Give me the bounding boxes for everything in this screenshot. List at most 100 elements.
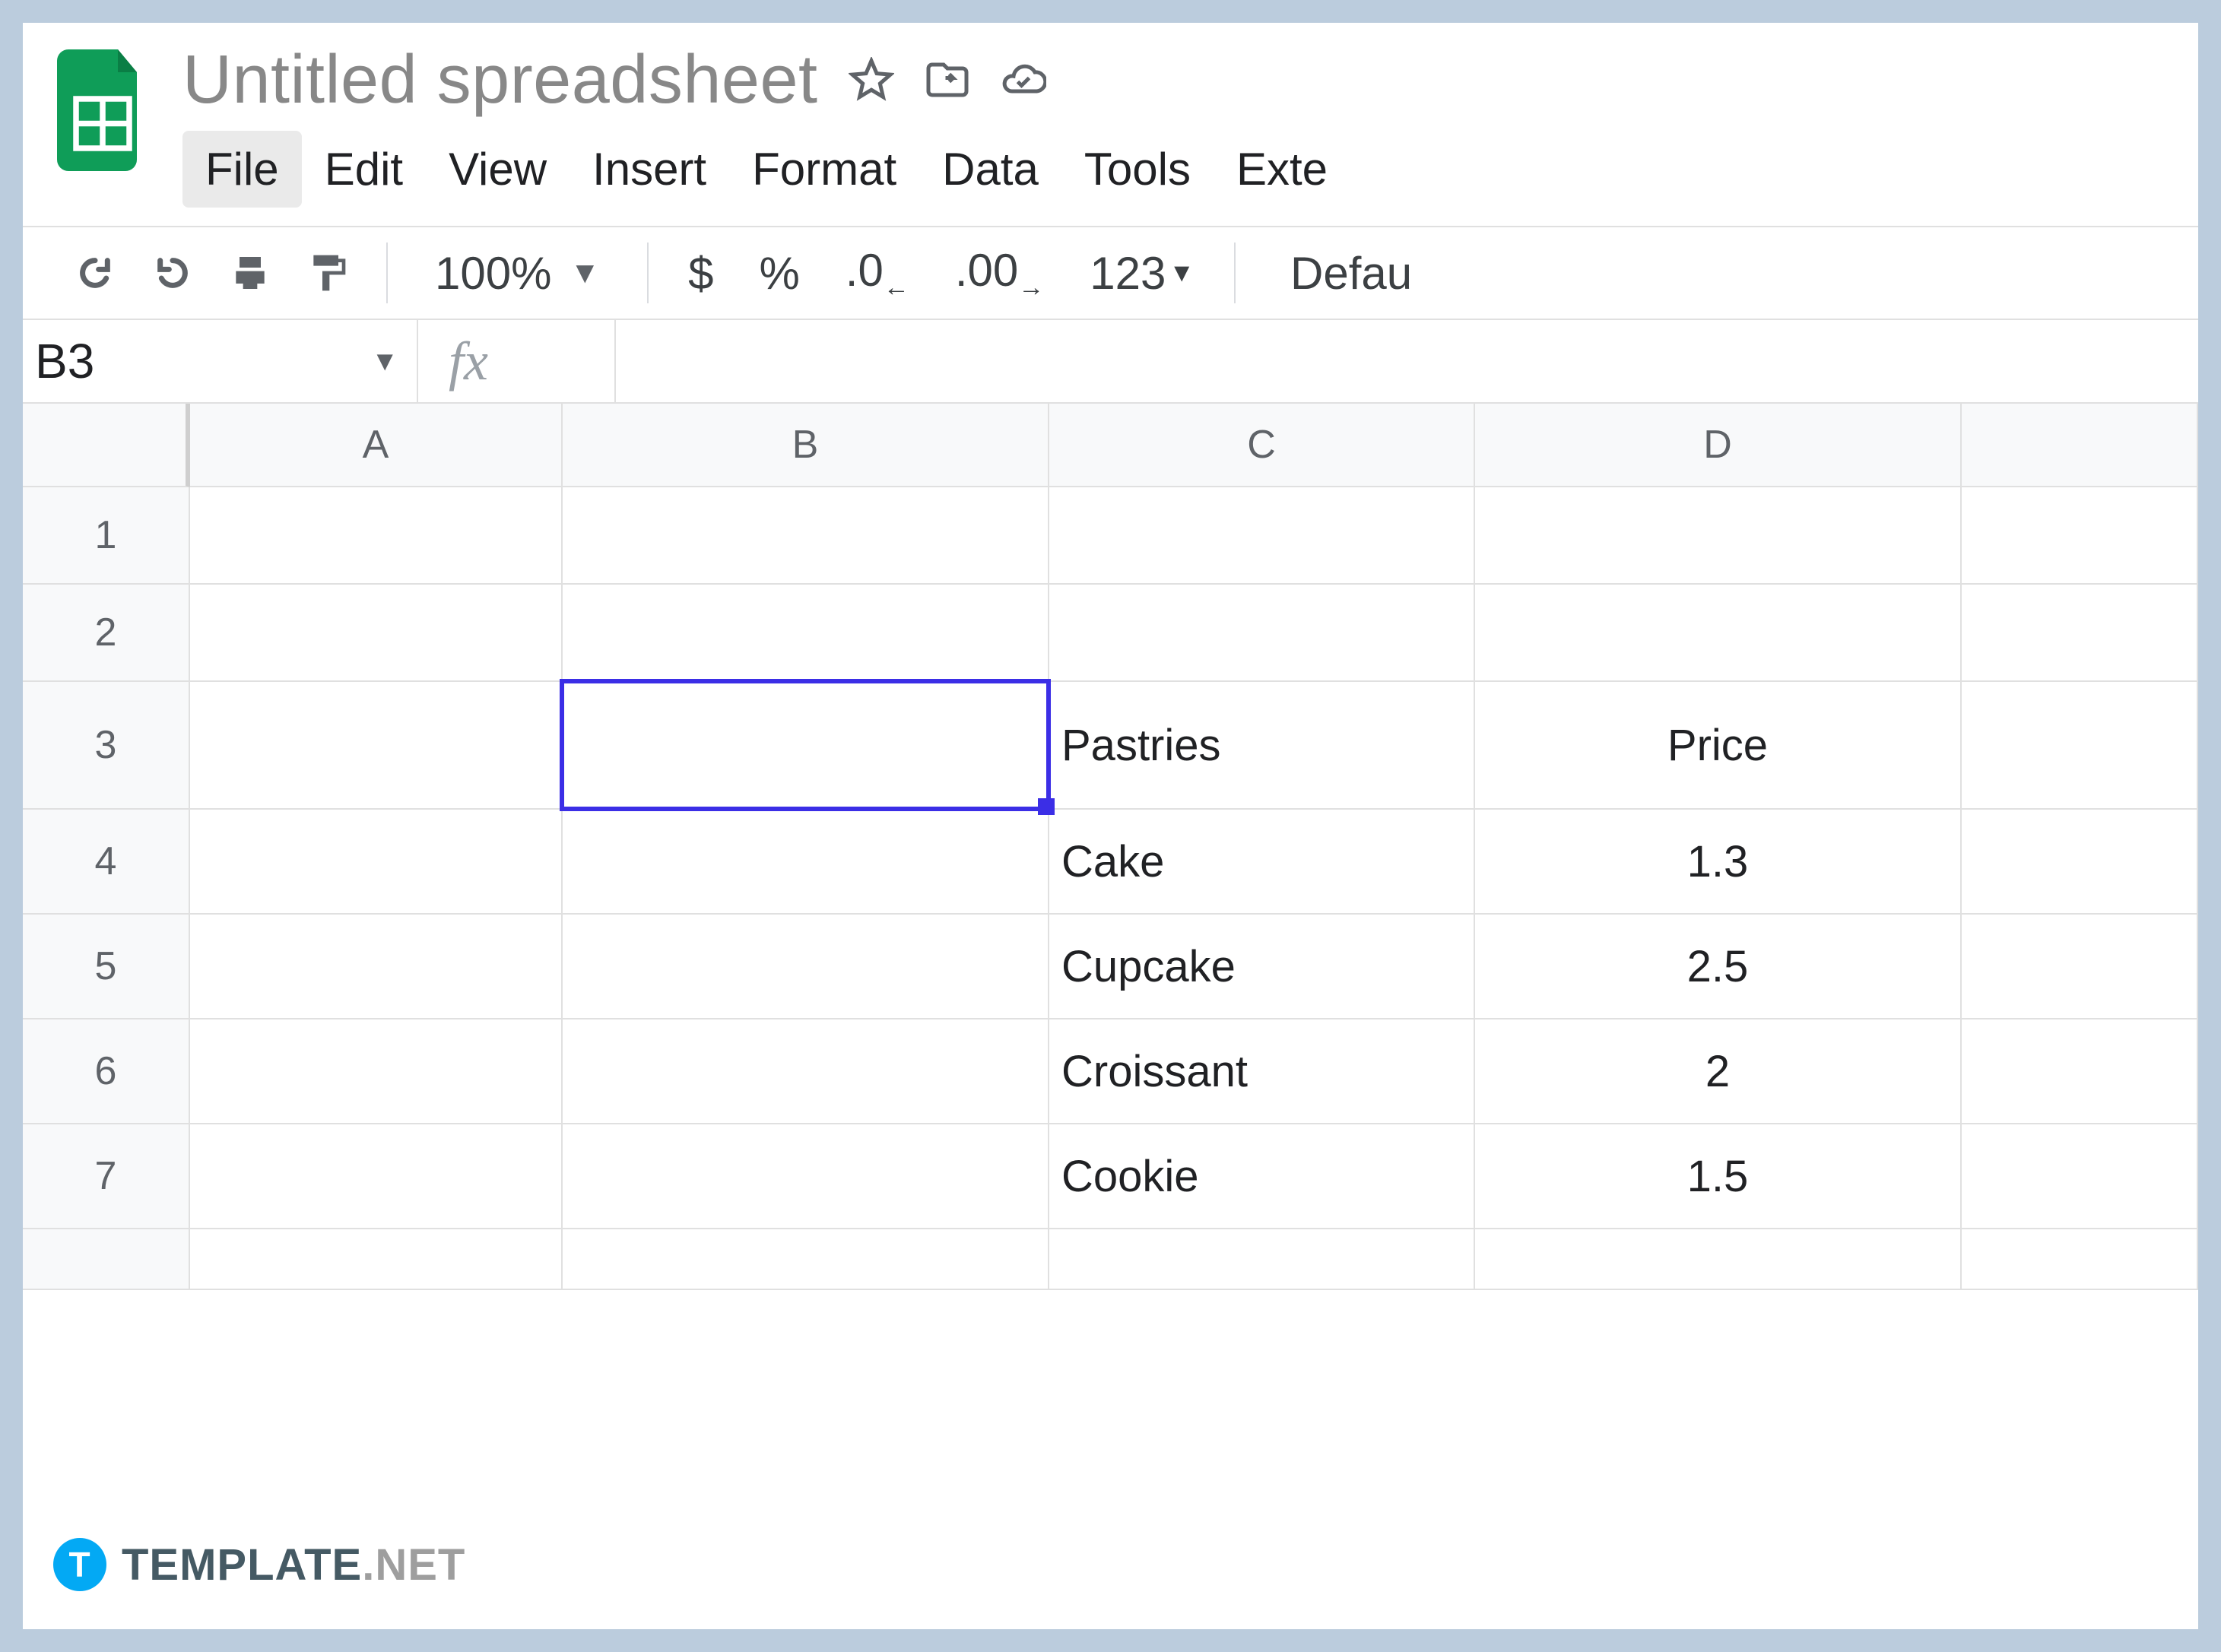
- font-family-dropdown[interactable]: Defau: [1268, 247, 1412, 300]
- row-header-3[interactable]: 3: [23, 682, 190, 810]
- cell-E4[interactable]: [1962, 810, 2198, 915]
- menu-tools[interactable]: Tools: [1061, 131, 1214, 208]
- star-icon[interactable]: [849, 57, 894, 103]
- menu-insert[interactable]: Insert: [570, 131, 729, 208]
- cell-B6[interactable]: [563, 1019, 1049, 1124]
- cell-A7[interactable]: [190, 1124, 563, 1229]
- column-header-extra[interactable]: [1962, 404, 2198, 487]
- undo-icon[interactable]: [68, 243, 122, 303]
- row-header-5[interactable]: 5: [23, 915, 190, 1019]
- fx-icon: fx: [418, 320, 616, 402]
- cell-B3[interactable]: [563, 682, 1049, 810]
- watermark-icon: T: [53, 1538, 106, 1591]
- cell-E5[interactable]: [1962, 915, 2198, 1019]
- more-formats-dropdown[interactable]: 123▼: [1082, 247, 1202, 300]
- cell-D5[interactable]: 2.5: [1475, 915, 1962, 1019]
- document-title[interactable]: Untitled spreadsheet: [182, 41, 818, 119]
- row-header-7[interactable]: 7: [23, 1124, 190, 1229]
- toolbar-separator: [386, 243, 388, 303]
- cell-A3[interactable]: [190, 682, 563, 810]
- app-window: Untitled spreadsheet File Edit View Inse…: [23, 23, 2198, 1629]
- title-area: Untitled spreadsheet File Edit View Inse…: [182, 38, 2198, 208]
- number-format-group: $ % .0← .00→ 123▼: [681, 244, 1202, 303]
- caret-down-icon: ▼: [371, 345, 398, 377]
- cell-A4[interactable]: [190, 810, 563, 915]
- cell-B1[interactable]: [563, 487, 1049, 585]
- cell-B8[interactable]: [563, 1229, 1049, 1290]
- format-percent-button[interactable]: %: [751, 247, 807, 300]
- cell-D8[interactable]: [1475, 1229, 1962, 1290]
- cell-A8[interactable]: [190, 1229, 563, 1290]
- selection-outline: [560, 679, 1051, 811]
- print-icon[interactable]: [224, 243, 277, 303]
- watermark: T TEMPLATE.NET: [53, 1538, 465, 1591]
- spreadsheet-grid[interactable]: A B C D 1 2 3 Pastries Price 4: [23, 404, 2198, 1290]
- cell-E7[interactable]: [1962, 1124, 2198, 1229]
- row-header-4[interactable]: 4: [23, 810, 190, 915]
- column-header-D[interactable]: D: [1475, 404, 1962, 487]
- formula-input[interactable]: [616, 320, 2198, 402]
- cell-B4[interactable]: [563, 810, 1049, 915]
- toolbar-separator: [1234, 243, 1236, 303]
- sheets-logo-icon[interactable]: [53, 46, 152, 175]
- column-header-A[interactable]: A: [190, 404, 563, 487]
- cloud-status-icon[interactable]: [1001, 57, 1046, 103]
- row-header-2[interactable]: 2: [23, 585, 190, 682]
- cell-D6[interactable]: 2: [1475, 1019, 1962, 1124]
- name-box[interactable]: B3 ▼: [23, 320, 418, 402]
- toolbar-separator: [647, 243, 649, 303]
- header: Untitled spreadsheet File Edit View Inse…: [23, 23, 2198, 208]
- watermark-suffix: .NET: [362, 1540, 465, 1590]
- column-header-B[interactable]: B: [563, 404, 1049, 487]
- menu-data[interactable]: Data: [919, 131, 1061, 208]
- paint-format-icon[interactable]: [301, 243, 354, 303]
- increase-decimal-button[interactable]: .00→: [947, 244, 1052, 303]
- cell-B5[interactable]: [563, 915, 1049, 1019]
- menu-view[interactable]: View: [426, 131, 570, 208]
- menu-extensions[interactable]: Exte: [1214, 131, 1350, 208]
- cell-A2[interactable]: [190, 585, 563, 682]
- row-header-8[interactable]: [23, 1229, 190, 1290]
- menu-format[interactable]: Format: [729, 131, 919, 208]
- column-header-C[interactable]: C: [1049, 404, 1475, 487]
- cell-C3[interactable]: Pastries: [1049, 682, 1475, 810]
- cell-A1[interactable]: [190, 487, 563, 585]
- cell-D2[interactable]: [1475, 585, 1962, 682]
- cell-E8[interactable]: [1962, 1229, 2198, 1290]
- menu-file[interactable]: File: [182, 131, 302, 208]
- cell-E3[interactable]: [1962, 682, 2198, 810]
- caret-down-icon: ▼: [570, 256, 600, 290]
- cell-A6[interactable]: [190, 1019, 563, 1124]
- cell-D3[interactable]: Price: [1475, 682, 1962, 810]
- name-box-value: B3: [35, 333, 94, 389]
- cell-E1[interactable]: [1962, 487, 2198, 585]
- cell-C8[interactable]: [1049, 1229, 1475, 1290]
- watermark-brand: TEMPLATE: [122, 1540, 362, 1590]
- cell-C7[interactable]: Cookie: [1049, 1124, 1475, 1229]
- cell-E2[interactable]: [1962, 585, 2198, 682]
- cell-E6[interactable]: [1962, 1019, 2198, 1124]
- cell-C5[interactable]: Cupcake: [1049, 915, 1475, 1019]
- cell-D7[interactable]: 1.5: [1475, 1124, 1962, 1229]
- row-header-1[interactable]: 1: [23, 487, 190, 585]
- cell-B2[interactable]: [563, 585, 1049, 682]
- menu-edit[interactable]: Edit: [302, 131, 426, 208]
- cell-C2[interactable]: [1049, 585, 1475, 682]
- cell-D1[interactable]: [1475, 487, 1962, 585]
- cell-B7[interactable]: [563, 1124, 1049, 1229]
- formula-bar-row: B3 ▼ fx: [23, 320, 2198, 404]
- select-all-corner[interactable]: [23, 404, 190, 487]
- zoom-dropdown[interactable]: 100% ▼: [420, 247, 615, 300]
- cell-C6[interactable]: Croissant: [1049, 1019, 1475, 1124]
- move-folder-icon[interactable]: [925, 57, 970, 103]
- cell-C1[interactable]: [1049, 487, 1475, 585]
- toolbar: 100% ▼ $ % .0← .00→ 123▼ Defau: [23, 226, 2198, 320]
- row-header-6[interactable]: 6: [23, 1019, 190, 1124]
- decrease-decimal-button[interactable]: .0←: [838, 244, 917, 303]
- cell-A5[interactable]: [190, 915, 563, 1019]
- format-currency-button[interactable]: $: [681, 247, 721, 300]
- zoom-value: 100%: [435, 247, 551, 300]
- cell-D4[interactable]: 1.3: [1475, 810, 1962, 915]
- redo-icon[interactable]: [146, 243, 199, 303]
- cell-C4[interactable]: Cake: [1049, 810, 1475, 915]
